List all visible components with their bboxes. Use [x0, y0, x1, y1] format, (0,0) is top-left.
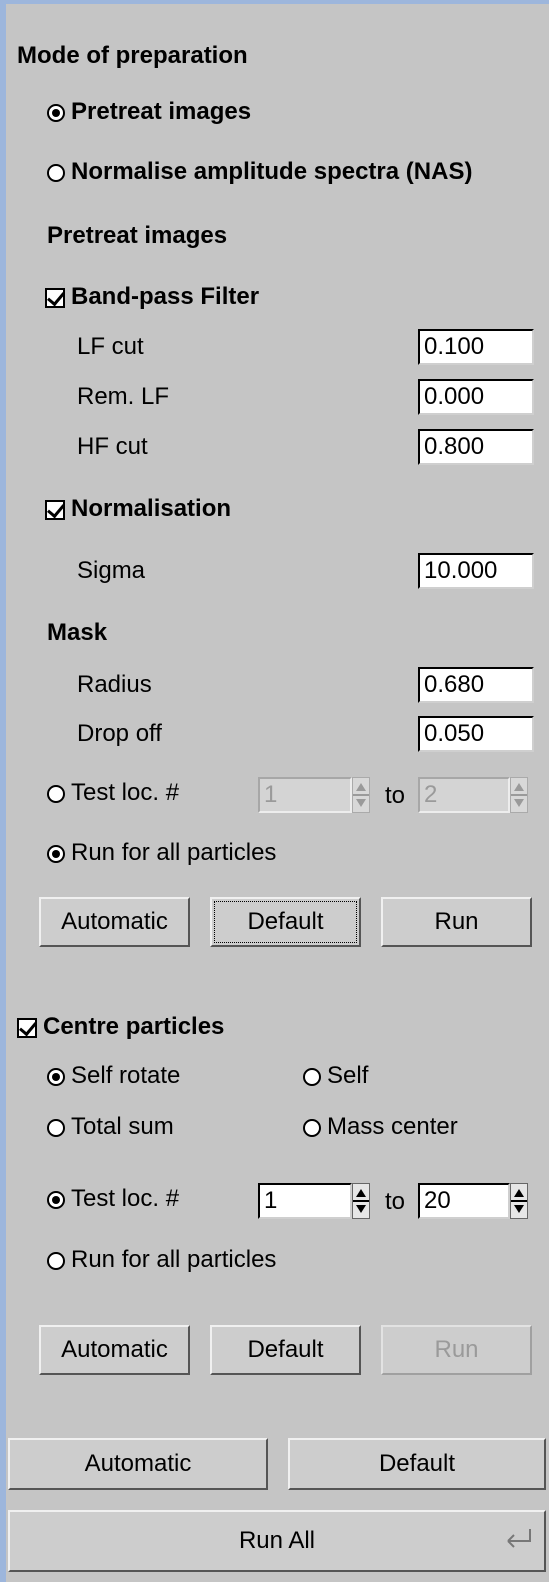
checkbox-checked-icon[interactable]	[17, 1017, 37, 1038]
dropoff-input[interactable]: 0.050	[418, 716, 534, 752]
centre-run-all-label: Run for all particles	[71, 1246, 277, 1273]
arrow-down-icon	[356, 1205, 366, 1213]
mode-option-pretreat-label: Pretreat images	[71, 98, 252, 125]
centre-run-button[interactable]: Run	[381, 1325, 532, 1375]
centre-test-loc-to-input[interactable]: 20	[418, 1183, 510, 1219]
arrow-up-icon	[356, 783, 366, 791]
radio-selected-icon[interactable]	[47, 844, 65, 863]
checkbox-checked-icon[interactable]	[45, 499, 65, 520]
window-frame-top	[0, 0, 549, 4]
pretreat-test-loc-to-input[interactable]: 2	[418, 777, 510, 813]
mode-option-pretreat[interactable]: Pretreat images	[47, 98, 251, 126]
pretreat-test-loc-from-input[interactable]: 1	[258, 777, 352, 813]
centre-particles-label: Centre particles	[43, 1013, 225, 1040]
centre-to-label: to	[385, 1188, 406, 1215]
radio-icon[interactable]	[303, 1118, 321, 1137]
centre-test-loc-from-stepper[interactable]	[352, 1183, 370, 1219]
arrow-down-icon	[356, 799, 366, 807]
arrow-down-icon	[514, 799, 524, 807]
mask-title: Mask	[47, 619, 108, 646]
dropoff-label: Drop off	[77, 720, 162, 747]
self-rotate-radio[interactable]: Self rotate	[47, 1062, 180, 1090]
radio-icon[interactable]	[303, 1067, 321, 1086]
pretreat-test-loc-radio[interactable]: Test loc. #	[47, 779, 179, 807]
rem-lf-input[interactable]: 0.000	[418, 379, 534, 415]
lf-cut-input[interactable]: 0.100	[418, 329, 534, 365]
self-radio[interactable]: Self	[303, 1062, 368, 1090]
footer-default-button[interactable]: Default	[288, 1438, 546, 1490]
centre-run-all-radio[interactable]: Run for all particles	[47, 1246, 276, 1274]
radius-label: Radius	[77, 671, 152, 698]
centre-automatic-button[interactable]: Automatic	[39, 1325, 190, 1375]
lf-cut-label: LF cut	[77, 333, 144, 360]
enter-key-icon	[507, 1529, 531, 1548]
footer-automatic-button[interactable]: Automatic	[8, 1438, 268, 1490]
centre-test-loc-label: Test loc. #	[71, 1185, 180, 1212]
pretreat-to-label: to	[385, 782, 406, 809]
total-sum-radio[interactable]: Total sum	[47, 1113, 174, 1141]
pretreat-run-all-label: Run for all particles	[71, 839, 277, 866]
pretreat-title: Pretreat images	[47, 222, 228, 249]
arrow-down-icon	[514, 1205, 524, 1213]
centre-test-loc-from-input[interactable]: 1	[258, 1183, 352, 1219]
bandpass-checkbox[interactable]: Band-pass Filter	[45, 283, 259, 311]
pretreat-run-button[interactable]: Run	[381, 897, 532, 947]
hf-cut-input[interactable]: 0.800	[418, 429, 534, 465]
mode-title: Mode of preparation	[17, 42, 248, 69]
sigma-label: Sigma	[77, 557, 146, 584]
pretreat-automatic-button[interactable]: Automatic	[39, 897, 190, 947]
normalisation-checkbox[interactable]: Normalisation	[45, 495, 231, 523]
pretreat-default-button[interactable]: Default	[210, 897, 361, 947]
sigma-input[interactable]: 10.000	[418, 553, 534, 589]
mode-option-nas-label: Normalise amplitude spectra (NAS)	[71, 158, 473, 185]
self-label: Self	[327, 1062, 369, 1089]
pretreat-run-all-radio[interactable]: Run for all particles	[47, 839, 276, 867]
pretreat-test-loc-from-stepper[interactable]	[352, 777, 370, 813]
centre-particles-checkbox[interactable]: Centre particles	[17, 1013, 224, 1041]
radio-icon[interactable]	[47, 784, 65, 803]
hf-cut-label: HF cut	[77, 433, 148, 460]
radius-input[interactable]: 0.680	[418, 667, 534, 703]
centre-test-loc-radio[interactable]: Test loc. #	[47, 1185, 179, 1213]
arrow-up-icon	[356, 1189, 366, 1197]
mode-option-nas[interactable]: Normalise amplitude spectra (NAS)	[47, 158, 472, 186]
arrow-up-icon	[514, 1189, 524, 1197]
pretreat-test-loc-to-stepper[interactable]	[510, 777, 528, 813]
self-rotate-label: Self rotate	[71, 1062, 181, 1089]
radio-icon[interactable]	[47, 1251, 65, 1270]
bandpass-label: Band-pass Filter	[71, 283, 260, 310]
window-frame-left	[0, 0, 6, 1582]
rem-lf-label: Rem. LF	[77, 383, 170, 410]
mass-center-radio[interactable]: Mass center	[303, 1113, 458, 1141]
radio-selected-icon[interactable]	[47, 1067, 65, 1086]
mass-center-label: Mass center	[327, 1113, 458, 1140]
radio-selected-icon[interactable]	[47, 1190, 65, 1209]
pretreat-test-loc-label: Test loc. #	[71, 779, 180, 806]
radio-icon[interactable]	[47, 1118, 65, 1137]
total-sum-label: Total sum	[71, 1113, 174, 1140]
centre-default-button[interactable]: Default	[210, 1325, 361, 1375]
arrow-up-icon	[514, 783, 524, 791]
radio-icon[interactable]	[47, 163, 65, 182]
run-all-label: Run All	[238, 1527, 316, 1554]
centre-test-loc-to-stepper[interactable]	[510, 1183, 528, 1219]
normalisation-label: Normalisation	[71, 495, 232, 522]
checkbox-checked-icon[interactable]	[45, 287, 65, 308]
run-all-button[interactable]: Run All	[8, 1510, 546, 1572]
radio-selected-icon[interactable]	[47, 103, 65, 122]
